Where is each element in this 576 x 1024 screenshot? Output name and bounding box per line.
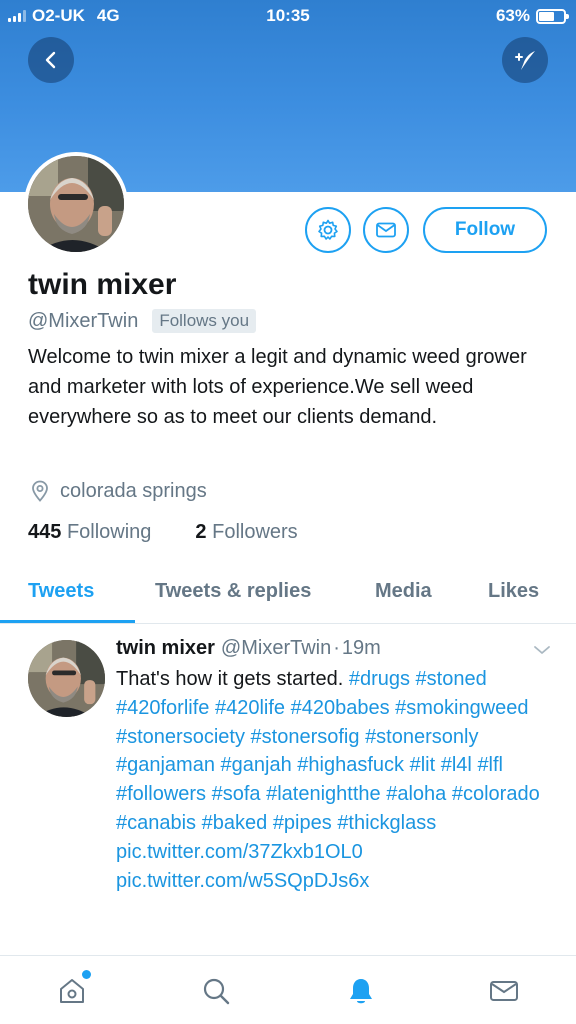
tab-media[interactable]: Media <box>375 580 432 603</box>
tab-likes[interactable]: Likes <box>488 580 539 603</box>
hashtag-link[interactable]: #baked <box>202 812 268 834</box>
hashtag-link[interactable]: #lfl <box>477 754 503 776</box>
followers-stat[interactable]: 2 Followers <box>195 521 297 544</box>
tweet-header: twin mixer @MixerTwin · 19m <box>116 637 381 660</box>
compose-tweet-button[interactable] <box>502 37 548 83</box>
nav-messages[interactable] <box>487 974 521 1008</box>
profile-handle-row: @MixerTwin Follows you <box>28 309 257 333</box>
hashtag-link[interactable]: #stonersofig <box>251 726 360 748</box>
bottom-navigation <box>0 955 576 1024</box>
tweet-timestamp: 19m <box>341 637 381 659</box>
tweet-author-handle: @MixerTwin <box>220 637 332 659</box>
notifications-bell-icon <box>350 979 372 1004</box>
tab-tweets-and-replies[interactable]: Tweets & replies <box>155 580 311 603</box>
hashtag-link[interactable]: #canabis <box>116 812 196 834</box>
hashtag-link[interactable]: #ganjaman <box>116 754 215 776</box>
location-text: colorada springs <box>60 479 207 502</box>
hashtag-link[interactable]: #colorado <box>452 783 540 805</box>
messages-envelope-icon <box>490 981 518 1001</box>
tweet-body: That's how it gets started. <box>116 668 344 690</box>
hashtag-link[interactable]: #followers <box>116 783 206 805</box>
status-time: 10:35 <box>266 6 310 25</box>
location-pin-icon <box>32 480 48 502</box>
following-count: 445 <box>28 521 62 543</box>
profile-stats: 445 Following 2 Followers <box>28 521 298 544</box>
profile-settings-button[interactable] <box>305 207 351 253</box>
profile-handle: @MixerTwin <box>28 309 139 332</box>
avatar-photo <box>28 156 124 252</box>
hashtag-link[interactable]: #smokingweed <box>395 697 528 719</box>
hashtag-link[interactable]: #420babes <box>291 697 390 719</box>
hashtag-link[interactable]: #pipes <box>273 812 332 834</box>
follow-button[interactable]: Follow <box>423 207 547 253</box>
hashtag-link[interactable]: #stoned <box>416 668 487 690</box>
profile-avatar[interactable] <box>24 152 128 256</box>
followers-label: Followers <box>212 521 298 543</box>
hashtag-link[interactable]: #420forlife <box>116 697 209 719</box>
hashtag-link[interactable]: #aloha <box>386 783 446 805</box>
hashtag-link[interactable]: #l4l <box>441 754 472 776</box>
nav-notifications[interactable] <box>344 974 378 1008</box>
hashtag-link[interactable]: #highasfuck <box>297 754 404 776</box>
hashtag-link[interactable]: #stonersociety <box>116 726 245 748</box>
tab-tweets[interactable]: Tweets <box>28 580 94 603</box>
chevron-down-icon <box>534 646 550 654</box>
battery-icon <box>536 8 569 24</box>
hashtag-link[interactable]: #latenightthe <box>266 783 381 805</box>
followers-count: 2 <box>195 521 207 543</box>
hashtag-link[interactable]: #sofa <box>212 783 261 805</box>
profile-tabs: Tweets Tweets & replies Media Likes <box>0 566 576 624</box>
hashtag-link[interactable]: #ganjah <box>221 754 292 776</box>
profile-bio: Welcome to twin mixer a legit and dynami… <box>28 346 527 428</box>
avatar-photo <box>28 640 105 717</box>
profile-display-name: twin mixer <box>28 268 177 301</box>
tweet-text: That's how it gets started. #drugs #ston… <box>116 665 556 895</box>
following-label: Following <box>66 521 152 543</box>
chevron-left-icon <box>45 51 56 69</box>
battery-percent: 63% <box>495 6 530 25</box>
tweet-author-name[interactable]: twin mixer <box>116 637 215 660</box>
battery-info: 63% <box>495 6 569 26</box>
hashtag-link[interactable]: #stonersonly <box>365 726 478 748</box>
envelope-icon <box>376 222 396 238</box>
new-content-badge <box>82 970 91 979</box>
back-button[interactable] <box>28 37 74 83</box>
gear-icon <box>318 219 338 240</box>
home-icon <box>60 979 84 1003</box>
tweet[interactable]: twin mixer @MixerTwin · 19m That's how i… <box>0 625 576 955</box>
hashtag-link[interactable]: #drugs <box>349 668 410 690</box>
hashtag-link[interactable]: #lit <box>410 754 436 776</box>
direct-message-button[interactable] <box>363 207 409 253</box>
hashtag-link[interactable]: #thickglass <box>337 812 436 834</box>
profile-location: colorada springs <box>28 479 207 503</box>
compose-feather-icon <box>515 51 535 70</box>
status-bar: O2-UK 4G 10:35 63% <box>0 0 576 32</box>
tweet-options-button[interactable] <box>533 643 551 661</box>
nav-search[interactable] <box>199 974 233 1008</box>
hashtag-link[interactable]: #420life <box>215 697 285 719</box>
tweet-meta-separator: · <box>333 637 340 659</box>
search-icon <box>203 978 230 1005</box>
nav-home[interactable] <box>55 970 91 1008</box>
tweet-author-avatar[interactable] <box>28 640 105 717</box>
following-stat[interactable]: 445 Following <box>28 521 151 544</box>
media-link[interactable]: pic.twitter.com/37Zkxb1OL0 <box>116 841 363 863</box>
follows-you-badge: Follows you <box>152 309 257 333</box>
media-link[interactable]: pic.twitter.com/w5SQpDJs6x <box>116 870 369 892</box>
active-tab-indicator <box>0 620 135 623</box>
